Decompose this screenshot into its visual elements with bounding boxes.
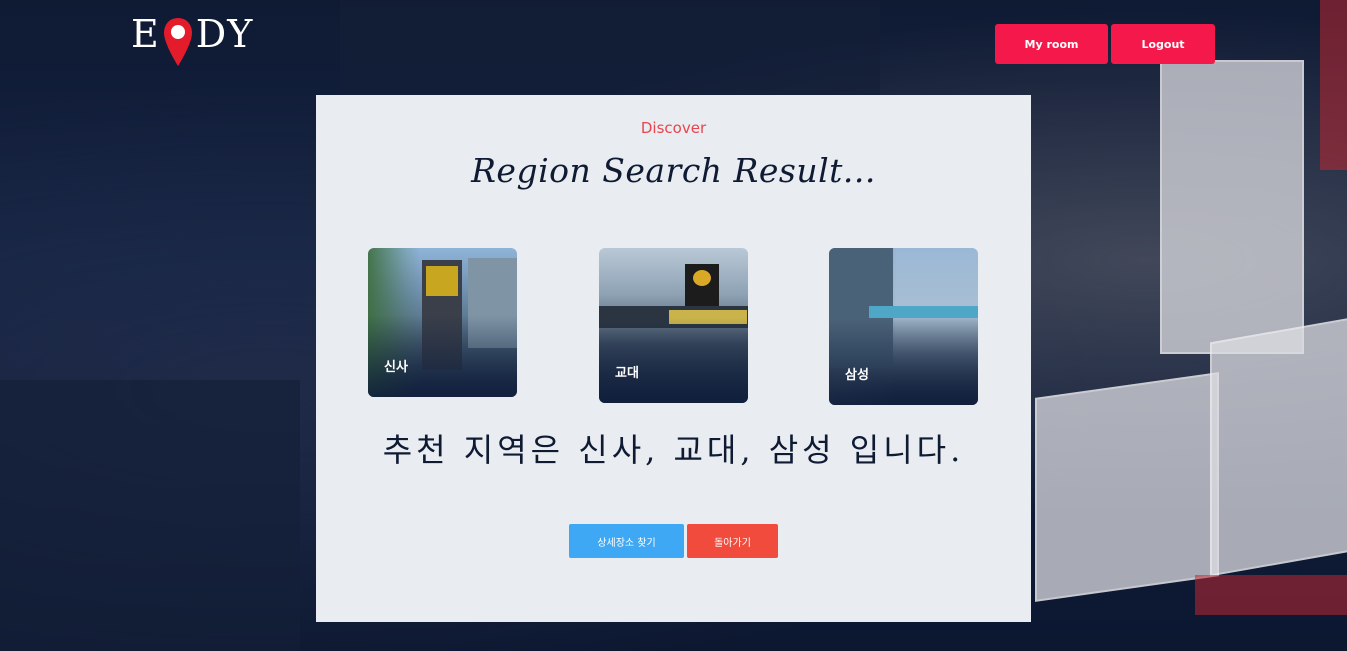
find-details-button[interactable]: 상세장소 찾기 [569,524,684,558]
back-button[interactable]: 돌아가기 [687,524,778,558]
background-sign-right [1210,317,1347,577]
logo[interactable]: E DY [131,12,253,68]
region-shade [599,317,748,403]
page-title: Region Search Result... [471,151,876,190]
region-name: 신사 [384,360,408,375]
logo-text-right: DY [195,12,254,56]
discover-eyebrow: Discover [640,119,707,137]
overpass-image [869,306,978,318]
recommendation-text: 추천 지역은 신사, 교대, 삼성 입니다. [382,431,965,469]
logout-button[interactable]: Logout [1111,24,1215,64]
region-card-sinsa[interactable]: 신사 [368,248,517,397]
my-room-button[interactable]: My room [995,24,1108,64]
map-pin-icon [163,18,192,66]
background-neon [1195,575,1347,615]
background-street [340,0,880,95]
region-name: 교대 [615,366,639,381]
background-building-left [0,380,300,651]
background-sign-vertical [1160,60,1304,354]
station-sign-emblem [693,270,711,286]
background-sign-center [1035,372,1219,602]
region-name: 삼성 [845,368,869,383]
region-shade [829,318,978,405]
region-card-samseong[interactable]: 삼성 [829,248,978,405]
signpost-panel [426,266,458,296]
logo-text-left: E [131,12,160,56]
result-card: Discover Region Search Result... 신사 교대 삼… [316,95,1031,622]
background-neon-edge [1320,0,1347,170]
region-card-gyodae[interactable]: 교대 [599,248,748,403]
